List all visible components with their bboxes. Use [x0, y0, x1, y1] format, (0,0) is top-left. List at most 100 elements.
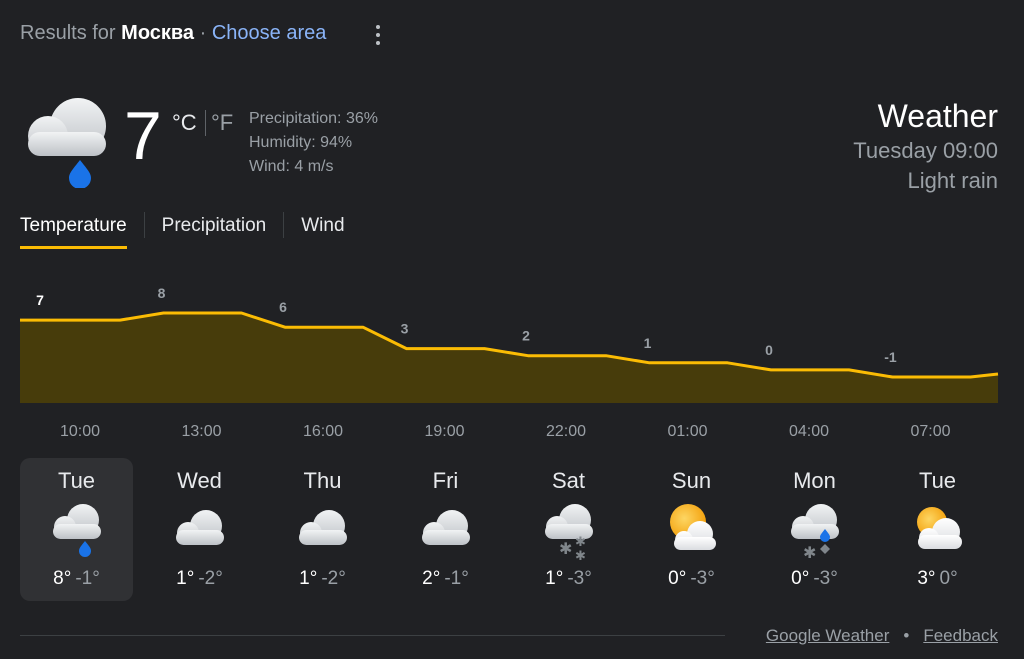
day-low: -1°: [75, 568, 100, 589]
day-temperatures: 1° -2°: [266, 568, 379, 590]
day-card[interactable]: Thu 1° -2°: [266, 458, 379, 601]
results-prefix: Results for: [20, 22, 116, 44]
weather-title: Weather: [877, 98, 998, 134]
svg-text:✱: ✱: [575, 549, 586, 560]
day-card[interactable]: Fri 2° -1°: [389, 458, 502, 601]
footer-dot: •: [903, 626, 910, 645]
svg-text:✱: ✱: [559, 539, 572, 558]
partly-cloudy-icon: [908, 500, 968, 560]
data-label: 8: [158, 285, 166, 301]
cloud-icon: [170, 500, 230, 560]
day-temperatures: 2° -1°: [389, 568, 502, 590]
day-high: 0°: [668, 568, 687, 589]
day-high: 0°: [791, 568, 810, 589]
day-card[interactable]: Tue 3° 0°: [881, 458, 994, 601]
cloud-icon: [416, 500, 476, 560]
choose-area-link[interactable]: Choose area: [212, 22, 327, 44]
day-low: -1°: [444, 568, 469, 589]
partly-cloudy-icon: [662, 500, 722, 560]
tab-wind[interactable]: Wind: [301, 212, 344, 249]
feedback-link[interactable]: Feedback: [923, 626, 998, 645]
day-temperatures: 1° -3°: [512, 568, 625, 590]
day-name: Mon: [793, 468, 836, 493]
day-name: Tue: [57, 468, 96, 493]
tab-precipitation[interactable]: Precipitation: [162, 212, 267, 249]
day-high: 1°: [545, 568, 564, 589]
temperature-area: [20, 313, 998, 403]
data-label: 7: [36, 292, 44, 308]
day-name: Sat: [551, 468, 586, 493]
temperature-chart: 7 8 6 3 2 1 0 -1 10:00 13:00 16:00 19:00 22:00 01:00 0…: [19, 285, 999, 440]
day-name: Fri: [432, 468, 459, 493]
day-temperatures: 8° -1°: [20, 568, 133, 590]
precipitation-text: Precipitation: 36%: [249, 110, 378, 127]
x-tick-label: 07:00: [910, 423, 950, 440]
data-label: 0: [765, 342, 773, 358]
day-card[interactable]: Sun 0° -3°: [635, 458, 748, 601]
data-label: 2: [522, 328, 530, 344]
chart-tabs: Temperature Precipitation Wind: [20, 212, 345, 252]
fahrenheit-toggle[interactable]: °F: [211, 110, 233, 136]
x-tick-label: 22:00: [546, 423, 586, 440]
x-tick-label: 01:00: [667, 423, 707, 440]
day-high: 8°: [53, 568, 72, 589]
humidity-text: Humidity: 94%: [249, 134, 353, 151]
location-name: Москва: [121, 22, 195, 44]
tab-divider: [143, 212, 145, 238]
day-name: Wed: [177, 468, 222, 493]
day-name: Tue: [918, 468, 957, 493]
results-header: Results for Москва · Choose area: [20, 22, 326, 45]
x-tick-label: 19:00: [424, 423, 464, 440]
weather-datetime: Tuesday 09:00: [853, 138, 998, 163]
x-tick-label: 10:00: [60, 423, 100, 440]
day-low: -2°: [198, 568, 223, 589]
day-card[interactable]: Wed 1° -2°: [143, 458, 256, 601]
svg-text:✱: ✱: [575, 535, 586, 550]
day-low: -3°: [567, 568, 592, 589]
day-high: 1°: [176, 568, 195, 589]
cloud-rain-icon: [20, 96, 112, 189]
cloud-snow-icon: ✱ ✱ ✱: [539, 500, 599, 564]
more-options-icon[interactable]: [368, 22, 388, 48]
data-label: 6: [279, 299, 287, 315]
google-weather-link[interactable]: Google Weather: [766, 626, 889, 645]
day-temperatures: 1° -2°: [143, 568, 256, 590]
day-name: Thu: [303, 468, 342, 493]
weather-condition: Light rain: [907, 168, 998, 193]
day-temperatures: 0° -3°: [758, 568, 871, 590]
day-low: -3°: [690, 568, 715, 589]
day-low: -2°: [321, 568, 346, 589]
day-high: 3°: [917, 568, 936, 589]
cloud-rain-icon: [47, 500, 107, 560]
day-temperatures: 3° 0°: [881, 568, 994, 590]
day-name: Sun: [671, 468, 712, 493]
day-low: 0°: [939, 568, 958, 589]
day-card[interactable]: Sat ✱ ✱ ✱ 1° -3°: [512, 458, 625, 601]
x-tick-label: 13:00: [181, 423, 221, 440]
weather-summary: Weather Tuesday 09:00 Light rain: [853, 96, 998, 196]
svg-text:✱: ✱: [803, 543, 816, 560]
cloud-sleet-icon: ✱: [785, 500, 845, 562]
day-temperatures: 0° -3°: [635, 568, 748, 590]
celsius-toggle[interactable]: °C: [172, 110, 197, 136]
day-low: -3°: [813, 568, 838, 589]
x-tick-label: 04:00: [789, 423, 829, 440]
tab-temperature[interactable]: Temperature: [20, 212, 127, 249]
header-separator: ·: [199, 22, 207, 44]
data-label: 1: [644, 335, 652, 351]
day-high: 1°: [299, 568, 318, 589]
current-temperature: 7: [124, 98, 162, 174]
current-details: Precipitation: 36% Humidity: 94% Wind: 4…: [249, 107, 378, 179]
unit-divider: [205, 110, 206, 136]
footer-links: Google Weather • Feedback: [766, 626, 998, 646]
day-card[interactable]: Tue 8° -1°: [20, 458, 133, 601]
cloud-icon: [293, 500, 353, 560]
footer-divider: [20, 635, 725, 636]
x-tick-label: 16:00: [303, 423, 343, 440]
wind-text: Wind: 4 m/s: [249, 158, 334, 175]
tab-divider: [283, 212, 285, 238]
day-card[interactable]: Mon ✱ 0° -3°: [758, 458, 871, 601]
data-label: 3: [401, 321, 409, 337]
day-high: 2°: [422, 568, 441, 589]
daily-forecast: Tue 8° -1° Wed 1° -2° Thu 1° -2° Fri 2° …: [20, 458, 1000, 601]
